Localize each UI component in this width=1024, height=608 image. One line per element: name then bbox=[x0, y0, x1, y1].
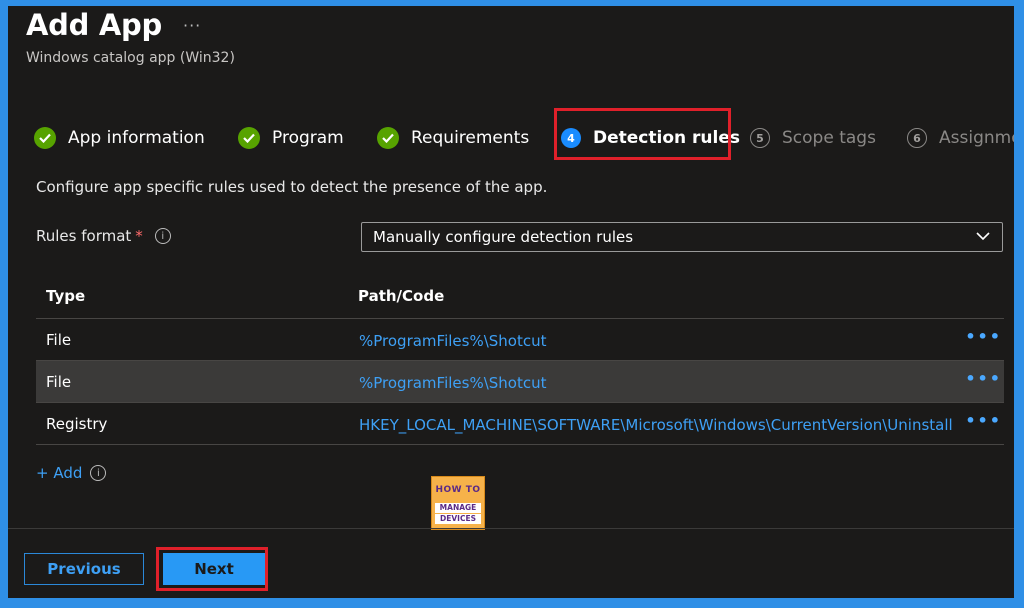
rules-format-label: Rules format * i bbox=[36, 227, 171, 245]
table-row[interactable]: File %ProgramFiles%\Shotcut ••• bbox=[36, 361, 1004, 403]
cell-path-link[interactable]: HKEY_LOCAL_MACHINE\SOFTWARE\Microsoft\Wi… bbox=[359, 416, 959, 434]
previous-button[interactable]: Previous bbox=[24, 553, 144, 585]
logo-line-2: MANAGE bbox=[435, 503, 481, 513]
column-header-type: Type bbox=[46, 287, 86, 305]
description-text: Configure app specific rules used to det… bbox=[36, 178, 548, 196]
cell-path-link[interactable]: %ProgramFiles%\Shotcut bbox=[359, 332, 959, 350]
cell-type: Registry bbox=[46, 415, 108, 433]
footer-divider bbox=[8, 528, 1014, 529]
add-rule-link[interactable]: + Add i bbox=[36, 464, 107, 482]
rules-format-dropdown[interactable]: Manually configure detection rules bbox=[361, 222, 1003, 252]
step-scope-tags[interactable]: 5 Scope tags bbox=[750, 118, 876, 158]
step-label: Assignments bbox=[939, 128, 1014, 148]
step-label: Requirements bbox=[411, 128, 530, 148]
logo-line-1: HOW TO bbox=[435, 485, 481, 495]
table-row[interactable]: File %ProgramFiles%\Shotcut ••• bbox=[36, 319, 1004, 361]
cell-type: File bbox=[46, 331, 72, 349]
wizard-steps: App information Program Requirements 4 D… bbox=[8, 118, 1014, 158]
row-more-icon[interactable]: ••• bbox=[965, 327, 1002, 346]
required-asterisk: * bbox=[135, 227, 143, 245]
step-label: Scope tags bbox=[782, 128, 876, 148]
chevron-down-icon bbox=[976, 232, 990, 241]
cell-path-link[interactable]: %ProgramFiles%\Shotcut bbox=[359, 374, 959, 392]
page-title: Add App bbox=[26, 8, 162, 42]
rules-format-selected-value: Manually configure detection rules bbox=[373, 228, 634, 246]
check-icon bbox=[377, 127, 399, 149]
cell-type: File bbox=[46, 373, 72, 391]
more-options-icon[interactable]: ··· bbox=[183, 16, 201, 35]
step-requirements[interactable]: Requirements bbox=[377, 118, 529, 158]
step-number-badge: 6 bbox=[907, 128, 927, 148]
info-icon[interactable]: i bbox=[154, 228, 171, 244]
step-app-information[interactable]: App information bbox=[34, 118, 205, 158]
table-header: Type Path/Code bbox=[36, 276, 1004, 319]
column-header-path: Path/Code bbox=[358, 287, 445, 305]
step-assignments[interactable]: 6 Assignments bbox=[907, 118, 1014, 158]
row-more-icon[interactable]: ••• bbox=[965, 411, 1002, 430]
step-number-badge: 5 bbox=[750, 128, 770, 148]
highlight-box-detection-rules bbox=[554, 108, 731, 160]
logo-line-3: DEVICES bbox=[435, 514, 481, 524]
step-label: App information bbox=[68, 128, 205, 148]
table-row[interactable]: Registry HKEY_LOCAL_MACHINE\SOFTWARE\Mic… bbox=[36, 403, 1004, 445]
step-program[interactable]: Program bbox=[238, 118, 344, 158]
info-icon[interactable]: i bbox=[90, 465, 107, 481]
rules-format-label-text: Rules format bbox=[36, 227, 132, 245]
highlight-box-next bbox=[156, 547, 268, 591]
add-rule-label: + Add bbox=[36, 464, 83, 482]
page-subtitle: Windows catalog app (Win32) bbox=[26, 50, 235, 66]
check-icon bbox=[34, 127, 56, 149]
step-label: Program bbox=[272, 128, 344, 148]
add-app-panel: Add App ··· Windows catalog app (Win32) … bbox=[8, 6, 1014, 598]
how-to-manage-devices-logo: HOW TO MANAGE DEVICES bbox=[431, 476, 485, 530]
check-icon bbox=[238, 127, 260, 149]
row-more-icon[interactable]: ••• bbox=[965, 369, 1002, 388]
detection-rules-table: Type Path/Code File %ProgramFiles%\Shotc… bbox=[36, 276, 1004, 445]
